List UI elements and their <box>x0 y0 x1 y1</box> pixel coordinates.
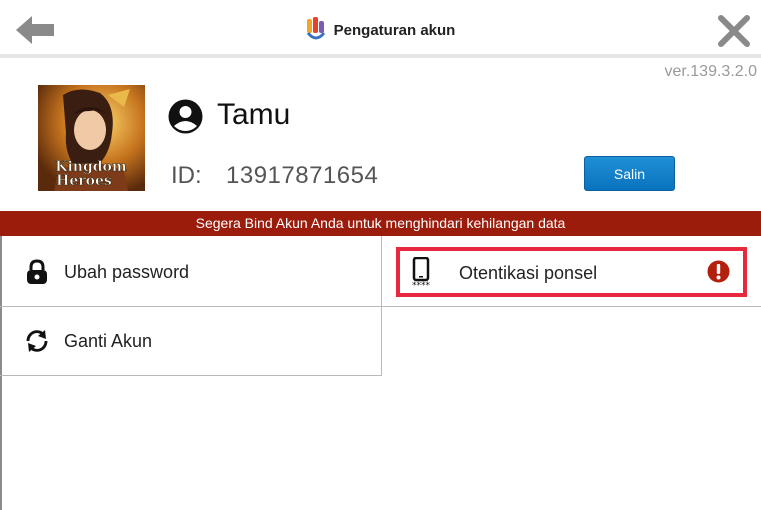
divider-row1 <box>0 306 761 307</box>
user-icon <box>168 99 203 134</box>
highlight-frame <box>396 247 747 297</box>
version-label: ver.139.3.2.0 <box>664 63 757 80</box>
id-value: 13917871654 <box>226 162 379 189</box>
change-password-label: Ubah password <box>64 261 190 282</box>
close-icon[interactable] <box>717 14 751 48</box>
left-border <box>0 236 2 510</box>
alert-icon <box>707 260 730 283</box>
header-bar: Pengaturan akun <box>0 0 761 58</box>
change-password-item[interactable]: Ubah password <box>24 259 189 285</box>
copy-button[interactable]: Salin <box>584 156 675 191</box>
switch-account-item[interactable]: Ganti Akun <box>24 328 152 354</box>
title-area: Pengaturan akun <box>0 17 761 45</box>
user-name: Tamu <box>217 98 291 131</box>
id-label: ID: <box>171 162 202 189</box>
page-title: Pengaturan akun <box>333 21 456 39</box>
avatar: Kingdom Heroes <box>38 85 145 191</box>
app-logo-icon <box>306 17 325 40</box>
lock-icon <box>27 259 47 284</box>
avatar-text-line2: Heroes <box>56 173 112 189</box>
refresh-icon <box>26 330 48 352</box>
switch-account-label: Ganti Akun <box>64 330 153 351</box>
divider-row2 <box>0 375 382 376</box>
warning-banner: Segera Bind Akun Anda untuk menghindari … <box>0 211 761 236</box>
